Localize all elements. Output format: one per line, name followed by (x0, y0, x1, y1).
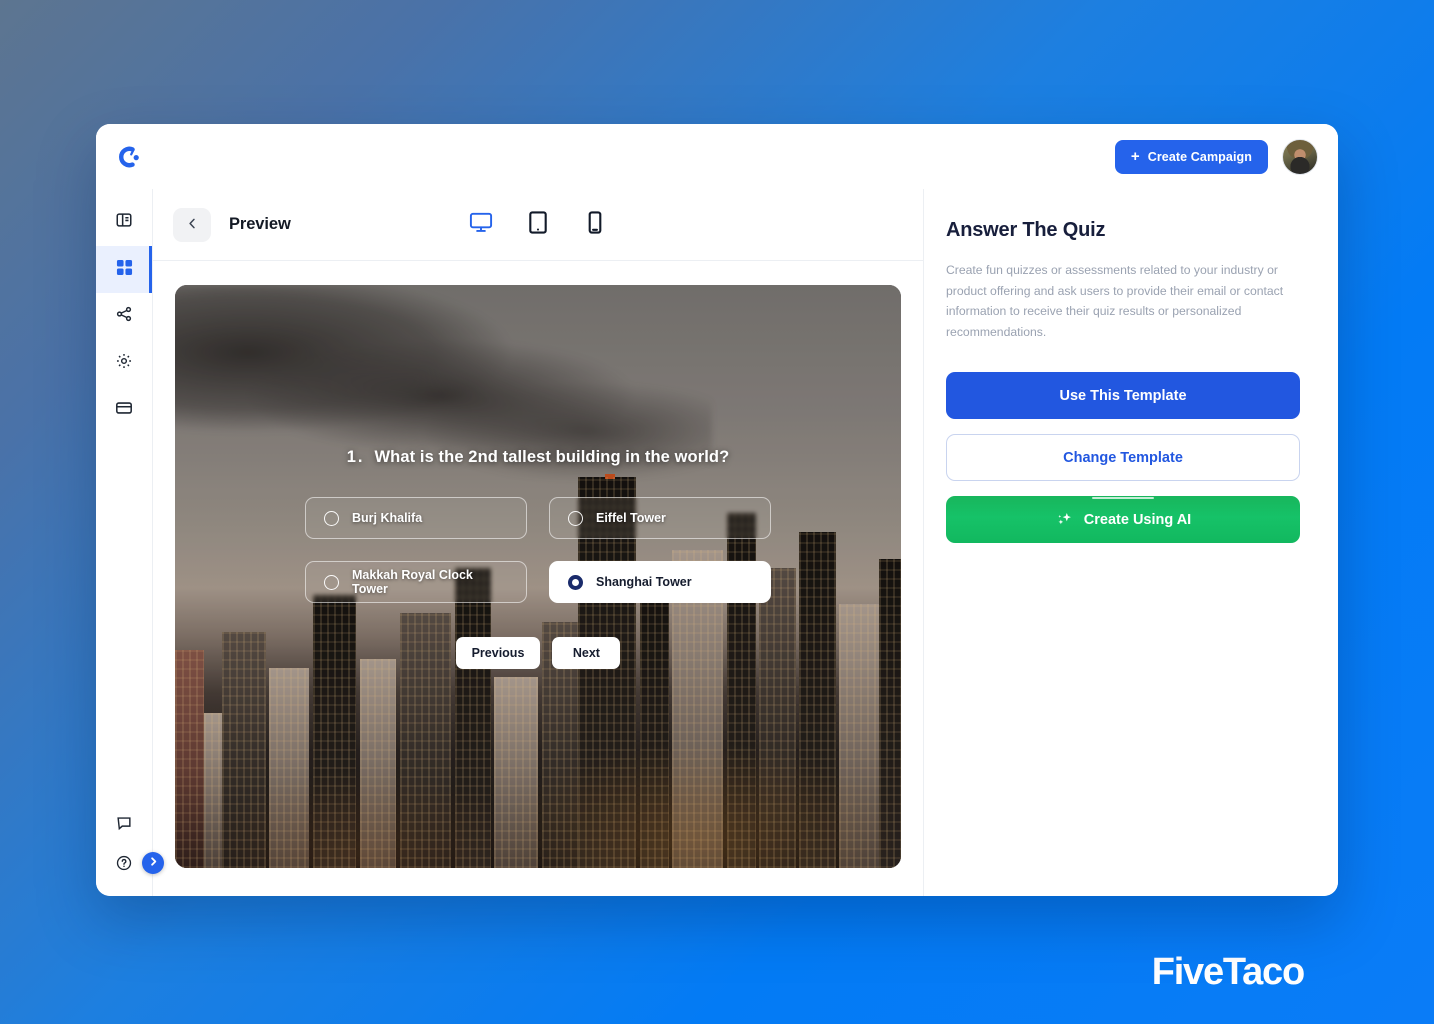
template-details-panel: Answer The Quiz Create fun quizzes or as… (924, 189, 1338, 896)
preview-area: Preview 1. What is the 2nd tallest build… (153, 189, 924, 896)
device-toggle-group (469, 210, 608, 240)
quiz-option-label: Burj Khalifa (352, 511, 423, 526)
quiz-options: Burj Khalifa Eiffel Tower Makkah Royal C… (305, 497, 771, 604)
use-template-button[interactable]: Use This Template (946, 372, 1300, 420)
tablet-icon (526, 210, 551, 240)
radio-icon (568, 510, 583, 526)
preview-toolbar: Preview (153, 189, 923, 261)
create-using-ai-label: Create Using AI (1083, 511, 1192, 528)
credit-card-icon (115, 399, 133, 422)
quiz-nav: Previous Next (455, 637, 621, 670)
create-campaign-label: Create Campaign (1147, 149, 1252, 164)
page-title: Preview (229, 215, 291, 233)
quiz-option[interactable]: Eiffel Tower (549, 497, 771, 540)
avatar[interactable] (1282, 138, 1318, 175)
quiz-option-label: Eiffel Tower (596, 511, 666, 526)
sidebar-item-layout[interactable] (96, 199, 152, 246)
create-campaign-button[interactable]: + Create Campaign (1114, 139, 1268, 174)
sidebar-item-settings[interactable] (96, 340, 152, 387)
quiz-option[interactable]: Burj Khalifa (305, 497, 527, 540)
sidebar-item-templates[interactable] (96, 246, 152, 293)
sidebar-item-feedback[interactable] (96, 802, 152, 849)
sidebar-item-share[interactable] (96, 293, 152, 340)
left-sidebar (96, 189, 164, 896)
next-button[interactable]: Next (552, 637, 621, 670)
device-tablet-button[interactable] (526, 210, 551, 240)
gear-icon (115, 352, 133, 375)
question-number: 1. (346, 448, 365, 467)
plus-icon: + (1130, 148, 1140, 165)
question-text: What is the 2nd tallest building in the … (374, 448, 730, 467)
quiz-option-label: Shanghai Tower (596, 575, 692, 590)
app-window: + Create Campaign Preview 1. What is the… (96, 124, 1338, 896)
quiz-option-label: Makkah Royal Clock Tower (352, 568, 473, 597)
expand-sidebar-button[interactable] (142, 852, 164, 874)
quiz-option-selected[interactable]: Shanghai Tower (549, 561, 771, 604)
fivetaco-watermark: FiveTaco (1151, 951, 1306, 993)
layout-panel-icon (115, 211, 133, 234)
sidebar-item-billing[interactable] (96, 387, 152, 434)
change-template-button[interactable]: Change Template (946, 434, 1300, 482)
sparkle-icon (1055, 511, 1075, 529)
device-mobile-button[interactable] (583, 210, 608, 240)
app-header: + Create Campaign (96, 124, 1338, 189)
previous-button[interactable]: Previous (455, 637, 541, 670)
quiz-question: 1. What is the 2nd tallest building in t… (347, 448, 730, 467)
monitor-icon (469, 210, 494, 240)
quiz-content: 1. What is the 2nd tallest building in t… (175, 448, 901, 670)
help-circle-icon (115, 854, 133, 877)
template-title: Answer The Quiz (946, 219, 1106, 241)
chevron-left-icon (186, 217, 199, 233)
quiz-preview-card: 1. What is the 2nd tallest building in t… (175, 285, 901, 868)
app-body: Preview 1. What is the 2nd tallest build… (96, 189, 1338, 896)
quiz-option[interactable]: Makkah Royal Clock Tower (305, 561, 527, 604)
radio-icon (324, 574, 339, 590)
share-icon (115, 305, 133, 328)
grid-icon (116, 259, 133, 281)
radio-selected-icon (568, 574, 583, 590)
brand-c-logo-icon[interactable] (112, 140, 146, 174)
chevron-right-icon (148, 854, 159, 872)
device-desktop-button[interactable] (469, 210, 494, 240)
radio-icon (324, 510, 339, 526)
preview-stage: 1. What is the 2nd tallest building in t… (153, 261, 923, 896)
create-using-ai-button[interactable]: Create Using AI (946, 496, 1300, 544)
header-actions: + Create Campaign (1114, 138, 1318, 175)
chat-bubble-icon (115, 814, 133, 837)
mobile-icon (583, 210, 608, 240)
template-description: Create fun quizzes or assessments relate… (946, 263, 1284, 339)
back-button[interactable] (173, 207, 211, 242)
